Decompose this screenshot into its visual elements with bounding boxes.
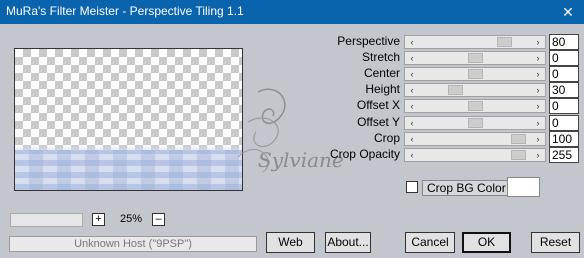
chevron-right-icon[interactable]: › (532, 117, 544, 129)
offset-x-slider[interactable]: ‹ › (404, 99, 546, 113)
chevron-right-icon[interactable]: › (532, 149, 544, 161)
chevron-right-icon[interactable]: › (532, 133, 544, 145)
offset-y-value-field[interactable]: 0 (549, 115, 579, 131)
chevron-left-icon[interactable]: ‹ (406, 117, 418, 129)
crop-slider[interactable]: ‹ › (404, 132, 546, 146)
perspective-label: Perspective (337, 34, 400, 48)
slider-thumb[interactable] (468, 53, 483, 63)
height-slider[interactable]: ‹ › (404, 83, 546, 97)
preview-canvas[interactable] (14, 48, 243, 191)
chevron-left-icon[interactable]: ‹ (406, 149, 418, 161)
stretch-slider[interactable]: ‹ › (404, 51, 546, 65)
crop-value-field[interactable]: 100 (549, 131, 579, 147)
crop-opacity-slider[interactable]: ‹ › (404, 148, 546, 162)
title-bar: MuRa's Filter Meister - Perspective Tili… (0, 0, 584, 24)
reset-button[interactable]: Reset (531, 232, 580, 253)
center-slider[interactable]: ‹ › (404, 67, 546, 81)
crop-label: Crop (373, 131, 400, 145)
slider-thumb[interactable] (468, 118, 483, 128)
chevron-left-icon[interactable]: ‹ (406, 133, 418, 145)
stretch-label: Stretch (361, 50, 400, 64)
perspective-slider[interactable]: ‹ › (404, 35, 546, 49)
chevron-left-icon[interactable]: ‹ (406, 68, 418, 80)
slider-thumb[interactable] (511, 134, 526, 144)
offset-y-slider[interactable]: ‹ › (404, 116, 546, 130)
crop-opacity-value-field[interactable]: 255 (549, 147, 579, 163)
crop-bg-color-swatch[interactable] (507, 177, 540, 197)
offset-x-value-field[interactable]: 0 (549, 98, 579, 114)
chevron-left-icon[interactable]: ‹ (406, 52, 418, 64)
cancel-button[interactable]: Cancel (405, 232, 455, 253)
tiled-floor (15, 150, 242, 190)
slider-thumb[interactable] (511, 150, 526, 160)
slider-thumb[interactable] (468, 69, 483, 79)
chevron-left-icon[interactable]: ‹ (406, 84, 418, 96)
chevron-right-icon[interactable]: › (532, 84, 544, 96)
crop-bg-label: Crop BG Color (422, 180, 511, 196)
zoom-out-button[interactable]: – (152, 213, 165, 226)
offset-y-label: Offset Y (357, 115, 400, 129)
ok-button[interactable]: OK (462, 232, 511, 253)
chevron-right-icon[interactable]: › (532, 68, 544, 80)
chevron-left-icon[interactable]: ‹ (406, 100, 418, 112)
zoom-in-button[interactable]: + (92, 213, 105, 226)
status-field: Unknown Host ("9PSP") (9, 236, 257, 252)
chevron-right-icon[interactable]: › (532, 52, 544, 64)
stretch-value-field[interactable]: 0 (549, 50, 579, 66)
close-icon[interactable]: ✕ (556, 3, 580, 21)
crop-bg-checkbox[interactable] (406, 181, 418, 193)
window-title: MuRa's Filter Meister - Perspective Tili… (6, 4, 244, 18)
center-label: Center (363, 66, 400, 80)
about-button[interactable]: About... (325, 232, 371, 253)
height-value-field[interactable]: 30 (549, 82, 579, 98)
zoom-track (10, 213, 83, 227)
center-value-field[interactable]: 0 (549, 66, 579, 82)
chevron-left-icon[interactable]: ‹ (406, 36, 418, 48)
chevron-right-icon[interactable]: › (532, 36, 544, 48)
slider-thumb[interactable] (448, 85, 463, 95)
slider-thumb[interactable] (468, 101, 483, 111)
crop-opacity-label: Crop Opacity (329, 147, 400, 161)
slider-thumb[interactable] (497, 37, 512, 47)
web-button[interactable]: Web (266, 232, 315, 253)
chevron-right-icon[interactable]: › (532, 100, 544, 112)
perspective-value-field[interactable]: 80 (549, 34, 579, 50)
height-label: Height (365, 82, 400, 96)
offset-x-label: Offset X (356, 98, 400, 112)
zoom-level: 25% (119, 213, 143, 225)
